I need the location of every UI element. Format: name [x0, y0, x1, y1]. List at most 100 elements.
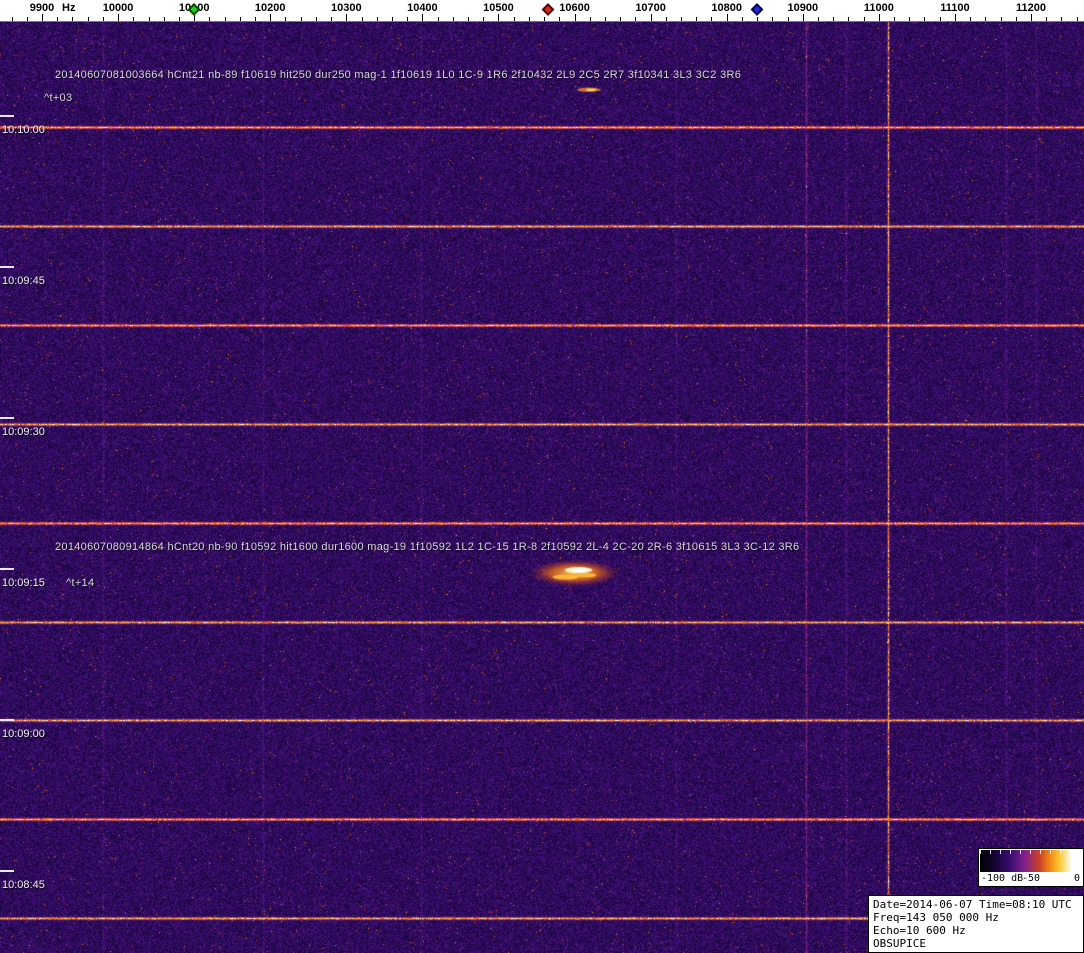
- freq-minor-tick: [483, 17, 485, 21]
- freq-minor-tick: [224, 17, 226, 21]
- freq-tick-label: 11200: [1016, 2, 1046, 14]
- time-tick-label: 10:09:15: [2, 577, 45, 589]
- freq-minor-tick: [1000, 17, 1002, 21]
- freq-major-tick: [726, 14, 728, 21]
- freq-minor-tick: [407, 17, 409, 21]
- freq-minor-tick: [681, 17, 683, 21]
- spectrogram-canvas[interactable]: [0, 22, 1084, 953]
- freq-minor-tick: [970, 17, 972, 21]
- freq-minor-tick: [102, 17, 104, 21]
- freq-minor-tick: [133, 17, 135, 21]
- time-tick: [0, 115, 14, 117]
- colorbar-min-label: -100 dB: [981, 873, 1024, 884]
- freq-minor-tick: [468, 17, 470, 21]
- freq-tick-label: 9900: [29, 2, 55, 14]
- freq-minor-tick: [635, 17, 637, 21]
- freq-minor-tick: [711, 17, 713, 21]
- freq-minor-tick: [452, 17, 454, 21]
- freq-minor-tick: [909, 17, 911, 21]
- freq-minor-tick: [559, 17, 561, 21]
- freq-minor-tick: [1061, 17, 1063, 21]
- spectrogram: 10:10:00 10:09:45 10:09:30 10:09:15 10:09:00…: [0, 22, 1084, 953]
- info-box: Date=2014-06-07 Time=08:10 UTC Freq=143 …: [868, 895, 1084, 953]
- freq-tick-label: 10300: [331, 2, 362, 14]
- freq-tick-label: 11000: [863, 2, 894, 14]
- freq-unit-label: Hz: [62, 2, 76, 14]
- freq-major-tick: [802, 14, 804, 21]
- freq-minor-tick: [528, 17, 530, 21]
- freq-major-tick: [422, 14, 424, 21]
- freq-minor-tick: [391, 17, 393, 21]
- time-tick: [0, 417, 14, 419]
- freq-minor-tick: [437, 17, 439, 21]
- freq-major-tick: [498, 14, 500, 21]
- time-tick: [0, 266, 14, 268]
- freq-minor-tick: [817, 17, 819, 21]
- freq-tick-label: 10200: [254, 2, 286, 14]
- time-tick-label: 10:09:00: [2, 728, 45, 740]
- freq-minor-tick: [209, 17, 211, 21]
- freq-minor-tick: [1015, 17, 1017, 21]
- freq-tick-label: 10500: [483, 2, 514, 14]
- freq-minor-tick: [1046, 17, 1048, 21]
- colorbar-max-label: 0: [1073, 873, 1080, 884]
- freq-major-tick: [878, 14, 880, 21]
- time-tick-label: 10:09:30: [2, 426, 45, 438]
- freq-minor-tick: [26, 17, 28, 21]
- freq-minor-tick: [163, 17, 165, 21]
- freq-minor-tick: [87, 17, 89, 21]
- info-line-station: OBSUPICE: [873, 937, 926, 950]
- info-line-freq: Freq=143 050 000 Hz: [873, 911, 999, 924]
- marker-diamond-red[interactable]: [541, 3, 555, 16]
- freq-major-tick: [42, 14, 43, 21]
- freq-minor-tick: [11, 17, 13, 21]
- freq-minor-tick: [315, 17, 317, 21]
- freq-minor-tick: [544, 17, 546, 21]
- event-annotation: 20140607080914864 hCnt20 nb-90 f10592 hi…: [55, 541, 800, 553]
- time-tick-label: 10:09:45: [2, 275, 45, 287]
- freq-tick-label: 10700: [635, 2, 666, 14]
- freq-tick-label: 10400: [407, 2, 438, 14]
- freq-major-tick: [118, 14, 120, 21]
- freq-minor-tick: [376, 17, 378, 21]
- info-line-date: Date=2014-06-07 Time=08:10 UTC: [873, 898, 1072, 911]
- freq-minor-tick: [604, 17, 606, 21]
- freq-minor-tick: [757, 17, 759, 21]
- colorbar-legend: -100 dB -50 0: [978, 848, 1084, 887]
- freq-minor-tick: [178, 17, 180, 21]
- freq-major-tick: [650, 14, 652, 21]
- freq-major-tick: [954, 14, 956, 21]
- freq-minor-tick: [833, 17, 835, 21]
- marker-diamond-blue[interactable]: [750, 3, 764, 16]
- freq-tick-label: 10000: [102, 2, 134, 14]
- freq-minor-tick: [361, 17, 363, 21]
- freq-minor-tick: [939, 17, 941, 21]
- meteor-observation-screen: 9900100001010010200103001040010500106001…: [0, 0, 1084, 953]
- freq-minor-tick: [696, 17, 698, 21]
- freq-minor-tick: [331, 17, 333, 21]
- freq-major-tick: [346, 14, 348, 21]
- freq-minor-tick: [924, 17, 926, 21]
- freq-tick-label: 10900: [787, 2, 819, 14]
- time-tick-label: 10:08:45: [2, 879, 45, 891]
- info-line-echo: Echo=10 600 Hz: [873, 924, 966, 937]
- freq-major-tick: [270, 14, 272, 21]
- freq-minor-tick: [1076, 17, 1078, 21]
- freq-minor-tick: [255, 17, 256, 21]
- freq-minor-tick: [772, 17, 774, 21]
- freq-minor-tick: [589, 17, 591, 21]
- freq-tick-label: 11100: [940, 2, 970, 14]
- freq-minor-tick: [239, 17, 241, 21]
- colorbar-mid-label: -50: [1021, 873, 1041, 884]
- freq-minor-tick: [985, 17, 987, 21]
- freq-minor-tick: [894, 17, 896, 21]
- frequency-axis: 9900100001010010200103001040010500106001…: [0, 0, 1084, 22]
- event-offset-label: ^t+03: [44, 92, 73, 104]
- freq-minor-tick: [787, 17, 789, 21]
- freq-minor-tick: [285, 17, 287, 21]
- event-offset-label: ^t+14: [66, 577, 95, 589]
- freq-major-tick: [574, 14, 576, 21]
- freq-minor-tick: [513, 17, 515, 21]
- freq-minor-tick: [300, 17, 302, 21]
- freq-tick-label: 10800: [711, 2, 742, 14]
